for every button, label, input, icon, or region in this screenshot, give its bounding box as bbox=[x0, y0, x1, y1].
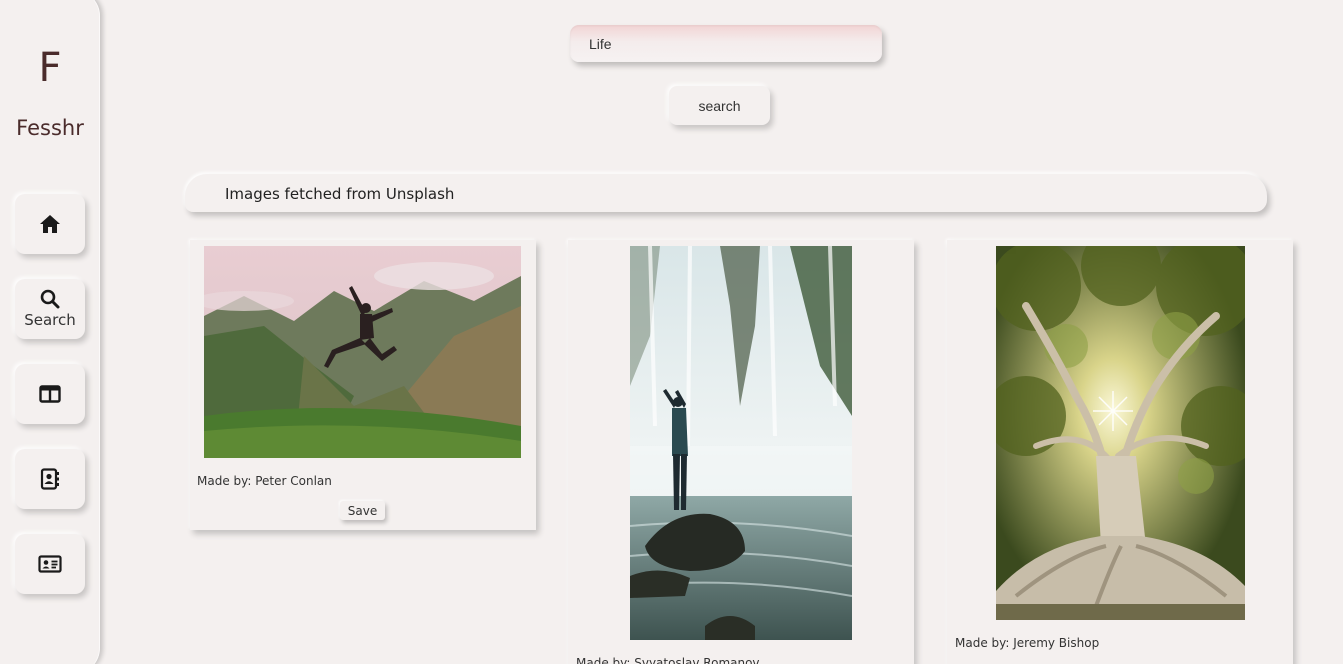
home-icon bbox=[39, 214, 61, 234]
nav-search-button[interactable]: Search bbox=[15, 279, 85, 339]
nav-home-button[interactable] bbox=[15, 194, 85, 254]
sidebar: F Fesshr Search bbox=[0, 0, 100, 664]
nav-gallery-button[interactable] bbox=[15, 364, 85, 424]
search-icon bbox=[40, 289, 60, 309]
image-card: Made by: Peter Conlan Save bbox=[190, 240, 536, 530]
nav-search-label: Search bbox=[24, 311, 76, 329]
logo-letter: F bbox=[38, 45, 62, 91]
image-card: Made by: Svyatoslav Romanov bbox=[568, 240, 914, 664]
photo-credit: Made by: Svyatoslav Romanov bbox=[576, 656, 760, 664]
id-card-icon bbox=[38, 555, 62, 573]
photo-mountain-jump[interactable] bbox=[204, 246, 521, 458]
save-button[interactable]: Save bbox=[340, 501, 385, 520]
results-header-title: Images fetched from Unsplash bbox=[225, 185, 455, 203]
photo-tree[interactable] bbox=[996, 246, 1245, 620]
nav-profile-button[interactable] bbox=[15, 534, 85, 594]
nav-contacts-button[interactable] bbox=[15, 449, 85, 509]
search-input[interactable] bbox=[570, 25, 882, 62]
image-card: Made by: Jeremy Bishop bbox=[947, 240, 1293, 664]
search-button[interactable]: search bbox=[669, 86, 770, 125]
photo-credit: Made by: Peter Conlan bbox=[197, 474, 332, 488]
columns-icon bbox=[39, 385, 61, 403]
photo-credit: Made by: Jeremy Bishop bbox=[955, 636, 1100, 650]
photo-waterfall[interactable] bbox=[630, 246, 852, 640]
contact-book-icon bbox=[40, 468, 60, 490]
brand-name: Fesshr bbox=[16, 116, 84, 140]
results-header: Images fetched from Unsplash bbox=[185, 174, 1267, 212]
